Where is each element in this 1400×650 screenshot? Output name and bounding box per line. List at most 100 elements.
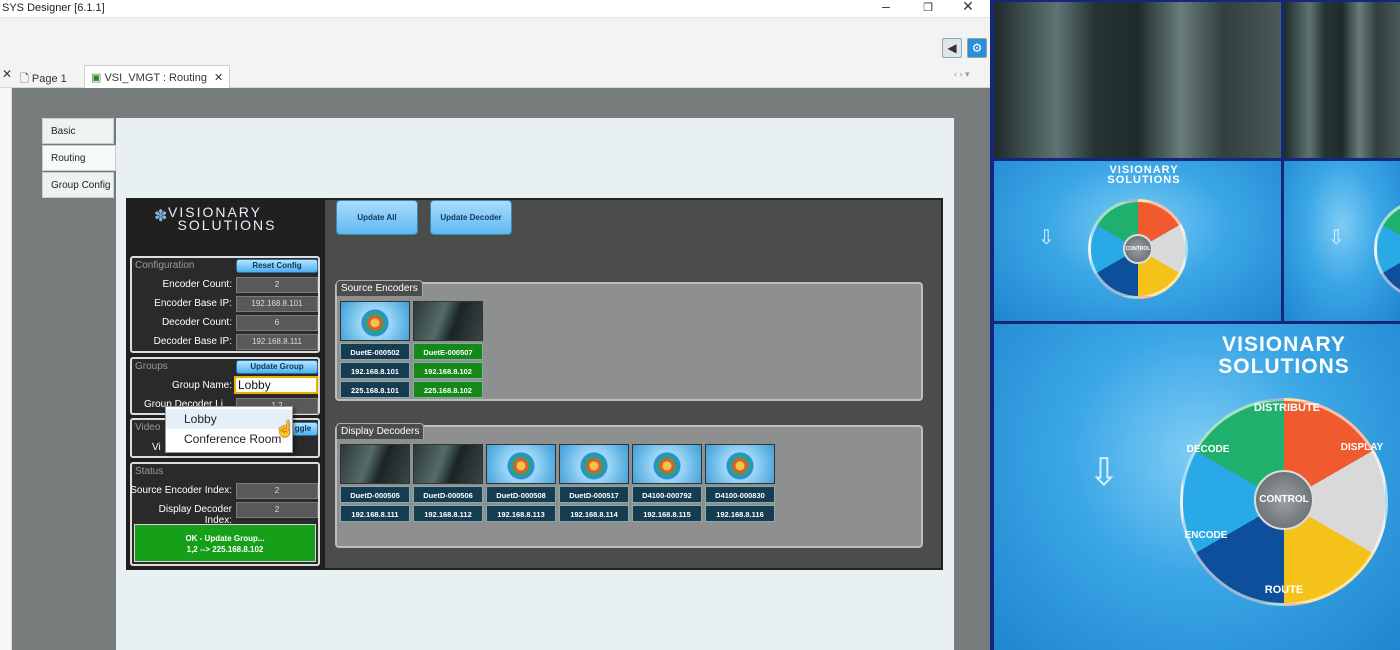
download-icon: ⇩	[1088, 452, 1120, 494]
document-tabs: ✕ 🗋 Page 1 ▣ VSI_VMGT : Routing ✕ ‹ › ▾	[0, 64, 990, 88]
side-tab-basic[interactable]: Basic	[42, 118, 114, 144]
source-encoders-heading: Source Encoders	[336, 280, 423, 296]
close-icon[interactable]: ✕	[958, 0, 978, 15]
small-logo-line2: SOLUTIONS	[1107, 174, 1181, 186]
encoder-ip-tag[interactable]: 192.168.8.102	[413, 362, 483, 379]
encoder-base-ip-label: Encoder Base IP:	[154, 298, 232, 309]
decoder-name-tag[interactable]: DuetD-000508	[486, 486, 556, 503]
decoder-name-tag[interactable]: DuetD-000505	[340, 486, 410, 503]
tab-page-1[interactable]: 🗋 Page 1	[14, 65, 73, 88]
decoder-name-tag[interactable]: DuetD-000517	[559, 486, 629, 503]
decoder-base-ip-field[interactable]: 192.168.8.111	[236, 334, 318, 350]
tab-label: VSI_VMGT : Routing	[104, 72, 207, 84]
reset-config-button[interactable]: Reset Config	[236, 259, 318, 273]
status-heading: Status	[135, 466, 164, 477]
video-heading: Video	[135, 422, 161, 433]
decoder-ip-tag[interactable]: 192.168.8.114	[559, 505, 629, 522]
encoder-count-label: Encoder Count:	[162, 279, 233, 290]
dropdown-option-lobby[interactable]: Lobby	[166, 409, 292, 429]
routing-page-icon: ▣	[91, 72, 102, 84]
large-logo-line1: VISIONARY	[1222, 333, 1346, 356]
wheel-label-route: ROUTE	[1264, 584, 1304, 596]
encoder-name-tag[interactable]: DuetE-000507	[413, 343, 483, 360]
update-group-button[interactable]: Update Group	[236, 360, 318, 374]
logo-mark-icon: ✽	[154, 208, 170, 225]
source-encoder-index-label: Source Encoder Index:	[130, 485, 232, 496]
encoder-multicast-tag[interactable]: 225.168.8.102	[413, 381, 483, 398]
tab-routing[interactable]: ▣ VSI_VMGT : Routing ✕	[84, 65, 231, 88]
decoder-count-field[interactable]: 6	[236, 315, 318, 331]
title-bar: SYS Designer [6.1.1] – ❐ ✕	[0, 0, 990, 18]
large-logo-line2: SOLUTIONS	[1218, 355, 1350, 378]
left-gutter	[0, 88, 12, 650]
toolbar: ◀ ⚙	[0, 18, 990, 64]
encoder-multicast-tag[interactable]: 225.168.8.101	[340, 381, 410, 398]
decoder-thumbnail[interactable]	[486, 444, 556, 484]
decoder-name-tag[interactable]: D4100-000792	[632, 486, 702, 503]
speaker-icon[interactable]: ◀	[942, 38, 962, 58]
page-icon: 🗋	[20, 73, 29, 85]
logo-line2: SOLUTIONS	[177, 217, 277, 233]
decoder-thumbnail[interactable]	[559, 444, 629, 484]
side-tab-group-config[interactable]: Group Config	[42, 172, 114, 198]
decoder-ip-tag[interactable]: 192.168.8.115	[632, 505, 702, 522]
update-decoder-button[interactable]: Update Decoder	[430, 200, 512, 235]
visionary-logo: ✽ VISIONARY SOLUTIONS	[150, 205, 280, 242]
decoder-name-tag[interactable]: DuetD-000506	[413, 486, 483, 503]
display-decoders-heading: Display Decoders	[336, 423, 425, 439]
wheel-label-display: DISPLAY	[1340, 442, 1384, 453]
gear-icon[interactable]: ⚙	[967, 38, 987, 58]
video-tile-menu-large: VISIONARY SOLUTIONS CONTROL DISTRIBUTE D…	[994, 324, 1400, 650]
small-logo-1: VISIONARY SOLUTIONS	[1074, 165, 1214, 186]
configuration-heading: Configuration	[135, 260, 195, 271]
decoder-thumbnail[interactable]	[413, 444, 483, 484]
display-decoder-index-field[interactable]: 2	[236, 502, 318, 518]
decoder-ip-tag[interactable]: 192.168.8.112	[413, 505, 483, 522]
tab-close-icon[interactable]: ✕	[214, 72, 223, 84]
decoder-ip-tag[interactable]: 192.168.8.113	[486, 505, 556, 522]
decoder-ip-tag[interactable]: 192.168.8.116	[705, 505, 775, 522]
video-tile-menu-small-2: ⇩	[1284, 161, 1400, 321]
window-title: SYS Designer [6.1.1]	[2, 2, 105, 14]
decoder-thumbnail[interactable]	[705, 444, 775, 484]
scroll-arrows-icon[interactable]: ‹ › ▾	[954, 69, 970, 80]
decoder-count-label: Decoder Count:	[161, 317, 232, 328]
decoder-ip-tag[interactable]: 192.168.8.111	[340, 505, 410, 522]
encoder-base-ip-field[interactable]: 192.168.8.101	[236, 296, 318, 312]
decoder-thumbnail[interactable]	[632, 444, 702, 484]
video-label: Vi	[152, 442, 161, 453]
decoder-thumbnail[interactable]	[340, 444, 410, 484]
group-name-input[interactable]: Lobby	[234, 376, 318, 394]
video-tile-movie-1	[994, 2, 1281, 158]
video-tile-menu-small-1: VISIONARY SOLUTIONS CONTROL ⇩	[994, 161, 1281, 321]
encoder-name-tag[interactable]: DuetE-000502	[340, 343, 410, 360]
side-tab-routing[interactable]: Routing	[42, 145, 116, 171]
wheel-label-distribute: DISTRIBUTE	[1254, 402, 1320, 414]
large-logo: VISIONARY SOLUTIONS	[1184, 334, 1384, 378]
decoder-name-tag[interactable]: D4100-000830	[705, 486, 775, 503]
video-tile-movie-2	[1284, 2, 1400, 158]
status-line2: 1,2 --> 225.168.8.102	[186, 545, 264, 554]
encoder-ip-tag[interactable]: 192.168.8.101	[340, 362, 410, 379]
small-hub: CONTROL	[1123, 234, 1153, 264]
download-icon: ⇩	[1038, 227, 1055, 249]
display-decoder-index-label: Display Decoder Index:	[158, 504, 232, 526]
dropdown-option-conference-room[interactable]: Conference Room	[166, 429, 292, 449]
encoder-thumbnail[interactable]	[413, 301, 483, 341]
encoder-count-field[interactable]: 2	[236, 277, 318, 293]
encoder-thumbnail[interactable]	[340, 301, 410, 341]
groups-heading: Groups	[135, 361, 168, 372]
hand-cursor-icon: ☝	[275, 421, 295, 438]
update-all-button[interactable]: Update All	[336, 200, 418, 235]
minimize-icon[interactable]: –	[876, 0, 896, 14]
group-name-dropdown[interactable]: Lobby Conference Room	[165, 406, 293, 453]
video-wall: VISIONARY SOLUTIONS CONTROL ⇩ ⇩ VISIONAR…	[990, 0, 1400, 650]
restore-icon[interactable]: ❐	[918, 1, 938, 14]
status-line1: OK - Update Group...	[185, 534, 265, 543]
small-wheel-2	[1374, 199, 1400, 299]
large-hub: CONTROL	[1254, 470, 1314, 530]
decoder-base-ip-label: Decoder Base IP:	[153, 336, 232, 347]
tab-label: Page 1	[31, 73, 67, 85]
source-encoder-index-field[interactable]: 2	[236, 483, 318, 499]
download-icon: ⇩	[1328, 227, 1345, 249]
